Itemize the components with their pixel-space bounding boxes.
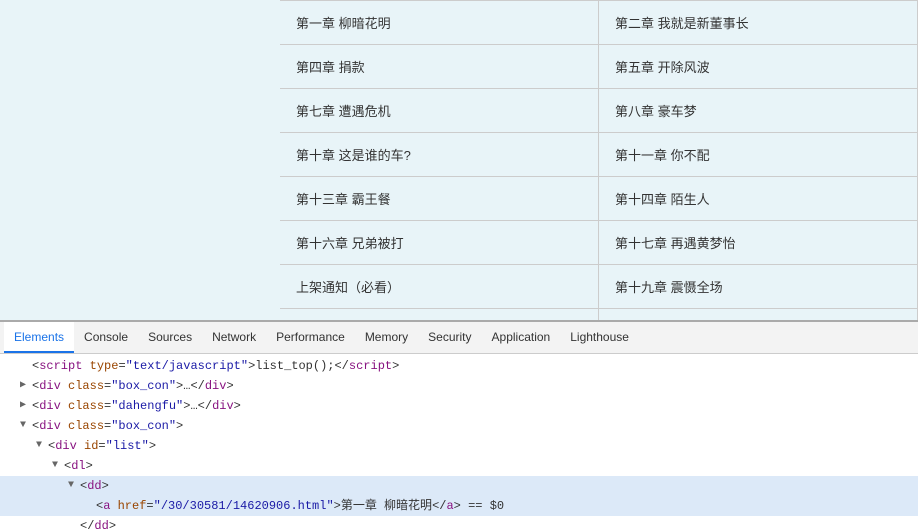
code-line: <dl>: [0, 456, 918, 476]
chapter-cell[interactable]: 第十四章 陌生人: [599, 177, 918, 221]
devtools-tab-memory[interactable]: Memory: [355, 322, 418, 353]
devtools-tab-console[interactable]: Console: [74, 322, 138, 353]
main-content-area: 第一章 柳暗花明第二章 我就是新董事长第四章 捐款第五章 开除风波第七章 遭遇危…: [0, 0, 918, 320]
chapter-cell[interactable]: 第二章 我就是新董事长: [599, 1, 918, 45]
code-line: <dd>: [0, 476, 918, 496]
code-line: ▶<script type="text/javascript">list_top…: [0, 356, 918, 376]
chapter-cell[interactable]: 第十九章 震慑全场: [599, 265, 918, 309]
chapter-cell[interactable]: 第二十一章 合作验核: [280, 309, 599, 320]
chapter-cell[interactable]: 第五章 开除风波: [599, 45, 918, 89]
code-line: ▶<a href="/30/30581/14620906.html">第一章 柳…: [0, 496, 918, 516]
devtools-tab-elements[interactable]: Elements: [4, 322, 74, 353]
chapter-cell[interactable]: 上架通知（必看）: [280, 265, 599, 309]
devtools-tabs-bar: ElementsConsoleSourcesNetworkPerformance…: [0, 322, 918, 354]
chapter-cell[interactable]: 第十六章 兄弟被打: [280, 221, 599, 265]
devtools-tab-performance[interactable]: Performance: [266, 322, 355, 353]
devtools-tab-sources[interactable]: Sources: [138, 322, 202, 353]
chapter-cell[interactable]: 第十三章 霸王餐: [280, 177, 599, 221]
chapter-grid: 第一章 柳暗花明第二章 我就是新董事长第四章 捐款第五章 开除风波第七章 遭遇危…: [280, 0, 918, 320]
chapter-cell[interactable]: 第十七章 再遇黄梦怡: [599, 221, 918, 265]
chapter-cell[interactable]: 第二十二章 孤魂: [599, 309, 918, 320]
code-line: ▶</dd>: [0, 516, 918, 531]
chapter-cell[interactable]: 第一章 柳暗花明: [280, 1, 599, 45]
chapter-cell[interactable]: 第七章 遭遇危机: [280, 89, 599, 133]
chapter-cell[interactable]: 第四章 捐款: [280, 45, 599, 89]
devtools-tab-lighthouse[interactable]: Lighthouse: [560, 322, 639, 353]
devtools-tab-security[interactable]: Security: [418, 322, 481, 353]
devtools-code-area: ▶<script type="text/javascript">list_top…: [0, 354, 918, 531]
devtools-panel: ElementsConsoleSourcesNetworkPerformance…: [0, 320, 918, 531]
code-line: <div class="box_con">…</div>: [0, 376, 918, 396]
devtools-tab-application[interactable]: Application: [482, 322, 561, 353]
chapter-cell[interactable]: 第十一章 你不配: [599, 133, 918, 177]
chapter-cell[interactable]: 第八章 豪车梦: [599, 89, 918, 133]
chapter-cell[interactable]: 第十章 这是谁的车?: [280, 133, 599, 177]
code-line: <div id="list">: [0, 436, 918, 456]
devtools-tab-network[interactable]: Network: [202, 322, 266, 353]
code-line: <div class="box_con">: [0, 416, 918, 436]
code-line: <div class="dahengfu">…</div>: [0, 396, 918, 416]
